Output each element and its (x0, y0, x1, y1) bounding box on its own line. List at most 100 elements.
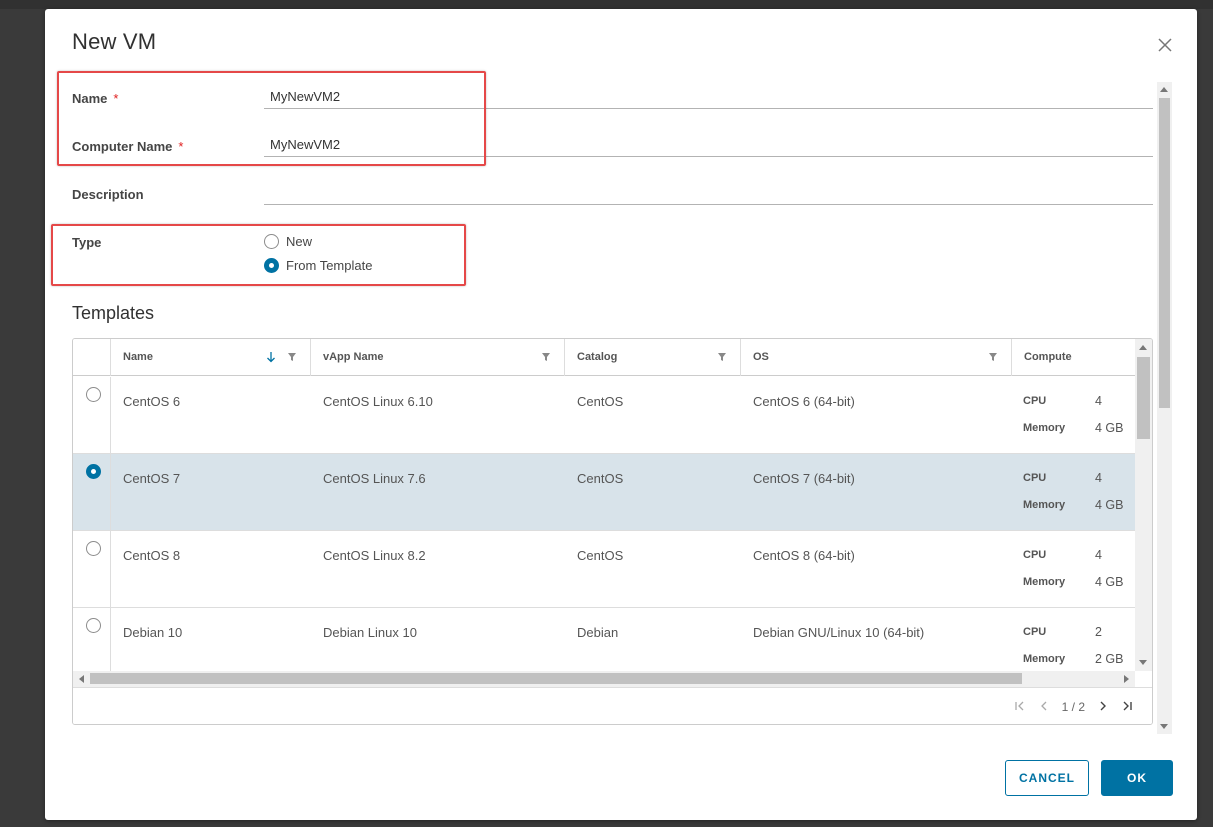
scrollbar-thumb[interactable] (1137, 357, 1150, 439)
close-icon[interactable] (1156, 36, 1174, 54)
table-row[interactable]: CentOS 6 CentOS Linux 6.10 CentOS CentOS… (73, 377, 1135, 454)
cell-vapp-name: CentOS Linux 7.6 (323, 471, 426, 486)
first-page-icon[interactable] (1008, 700, 1032, 715)
table-row[interactable]: Debian 10 Debian Linux 10 Debian Debian … (73, 608, 1135, 672)
filter-icon[interactable] (287, 339, 297, 376)
column-header-label: Compute (1024, 351, 1072, 363)
type-option-from-template-label: From Template (286, 257, 373, 273)
grid-vertical-scrollbar[interactable] (1135, 339, 1152, 671)
column-header-label: OS (753, 351, 769, 363)
column-header-compute[interactable]: Compute (1011, 339, 1135, 376)
scroll-right-icon[interactable] (1124, 675, 1129, 683)
computer-name-input[interactable] (264, 133, 1153, 157)
compute-memory-label: Memory (1023, 422, 1066, 434)
compute-cpu-label: CPU (1023, 472, 1047, 484)
pagination: 1 / 2 (1008, 688, 1139, 724)
cancel-button[interactable]: CANCEL (1005, 760, 1089, 796)
cell-name: CentOS 8 (123, 548, 181, 563)
column-header-vapp-name[interactable]: vApp Name (310, 339, 564, 376)
compute-memory-value: 4 GB (1095, 421, 1124, 435)
name-input[interactable] (264, 85, 1153, 109)
type-option-new[interactable]: New (264, 232, 312, 250)
last-page-icon[interactable] (1115, 700, 1139, 715)
type-option-new-label: New (286, 233, 313, 249)
cell-os: CentOS 8 (64-bit) (753, 548, 855, 563)
column-header-name[interactable]: Name (110, 339, 310, 376)
required-marker: * (113, 91, 119, 106)
compute-cpu-value: 4 (1095, 548, 1102, 562)
grid-horizontal-scrollbar[interactable] (73, 671, 1135, 687)
computer-name-label-text: Computer Name (72, 139, 173, 154)
grid-header: Name vApp Name Catalog OS Compute (73, 339, 1135, 376)
filter-icon[interactable] (541, 339, 551, 376)
row-divider (110, 608, 111, 672)
sort-descending-icon[interactable] (266, 339, 276, 376)
annotation-box-type (51, 224, 466, 286)
type-option-from-template[interactable]: From Template (264, 256, 372, 274)
column-header-os[interactable]: OS (740, 339, 1011, 376)
type-label: Type (72, 235, 102, 250)
name-label: Name * (72, 91, 118, 106)
compute-cpu-label: CPU (1023, 626, 1047, 638)
cell-os: CentOS 7 (64-bit) (753, 471, 855, 486)
compute-memory-label: Memory (1023, 653, 1066, 665)
row-select-radio[interactable] (86, 387, 101, 402)
cell-name: CentOS 7 (123, 471, 181, 486)
description-input[interactable] (264, 181, 1153, 205)
cell-vapp-name: CentOS Linux 8.2 (323, 548, 426, 563)
templates-title: Templates (72, 303, 155, 323)
row-select-radio[interactable] (86, 541, 101, 556)
scroll-up-icon[interactable] (1139, 345, 1147, 350)
required-marker: * (178, 139, 184, 154)
compute-memory-value: 2 GB (1095, 652, 1124, 666)
compute-memory-label: Memory (1023, 499, 1066, 511)
scrollbar-thumb[interactable] (90, 673, 1022, 684)
column-header-catalog[interactable]: Catalog (564, 339, 740, 376)
scroll-up-icon[interactable] (1160, 87, 1168, 92)
cell-catalog: Debian (577, 625, 619, 640)
cell-name: Debian 10 (123, 625, 183, 640)
row-divider (110, 377, 111, 454)
radio-new[interactable] (264, 233, 279, 249)
compute-cpu-label: CPU (1023, 549, 1047, 561)
table-row[interactable]: CentOS 7 CentOS Linux 7.6 CentOS CentOS … (73, 454, 1135, 531)
column-header-label: vApp Name (323, 351, 384, 363)
dialog-scrollbar[interactable] (1157, 82, 1172, 734)
new-vm-dialog: New VM Name* Computer Name* Description … (45, 9, 1197, 820)
cell-catalog: CentOS (577, 548, 624, 563)
scrollbar-thumb[interactable] (1159, 98, 1170, 408)
scroll-down-icon[interactable] (1139, 660, 1147, 665)
description-label: Description (72, 187, 144, 202)
column-header-label: Name (123, 351, 153, 363)
previous-page-icon[interactable] (1032, 700, 1056, 715)
cell-vapp-name: CentOS Linux 6.10 (323, 394, 433, 409)
ok-button[interactable]: OK (1101, 760, 1173, 796)
compute-memory-value: 4 GB (1095, 575, 1124, 589)
row-divider (110, 454, 111, 531)
row-divider (110, 531, 111, 608)
next-page-icon[interactable] (1091, 700, 1115, 715)
row-select-radio[interactable] (86, 618, 101, 633)
table-row[interactable]: CentOS 8 CentOS Linux 8.2 CentOS CentOS … (73, 531, 1135, 608)
cell-vapp-name: Debian Linux 10 (323, 625, 417, 640)
compute-cpu-value: 4 (1095, 394, 1102, 408)
grid-footer: 1 / 2 (73, 687, 1152, 724)
cell-os: CentOS 6 (64-bit) (753, 394, 855, 409)
row-select-radio[interactable] (86, 464, 101, 479)
compute-cpu-value: 2 (1095, 625, 1102, 639)
cell-name: CentOS 6 (123, 394, 181, 409)
compute-cpu-label: CPU (1023, 395, 1047, 407)
filter-icon[interactable] (717, 339, 727, 376)
templates-grid: Name vApp Name Catalog OS Compute CentOS… (72, 338, 1153, 725)
page-indicator: 1 / 2 (1061, 700, 1085, 714)
filter-icon[interactable] (988, 339, 998, 376)
column-header-label: Catalog (577, 351, 618, 363)
scroll-down-icon[interactable] (1160, 724, 1168, 729)
compute-cpu-value: 4 (1095, 471, 1102, 485)
scroll-left-icon[interactable] (79, 675, 84, 683)
name-label-text: Name (72, 91, 108, 106)
radio-from-template[interactable] (264, 257, 279, 273)
modal-backdrop (0, 0, 1213, 9)
cell-os: Debian GNU/Linux 10 (64-bit) (753, 625, 925, 640)
cell-catalog: CentOS (577, 394, 624, 409)
